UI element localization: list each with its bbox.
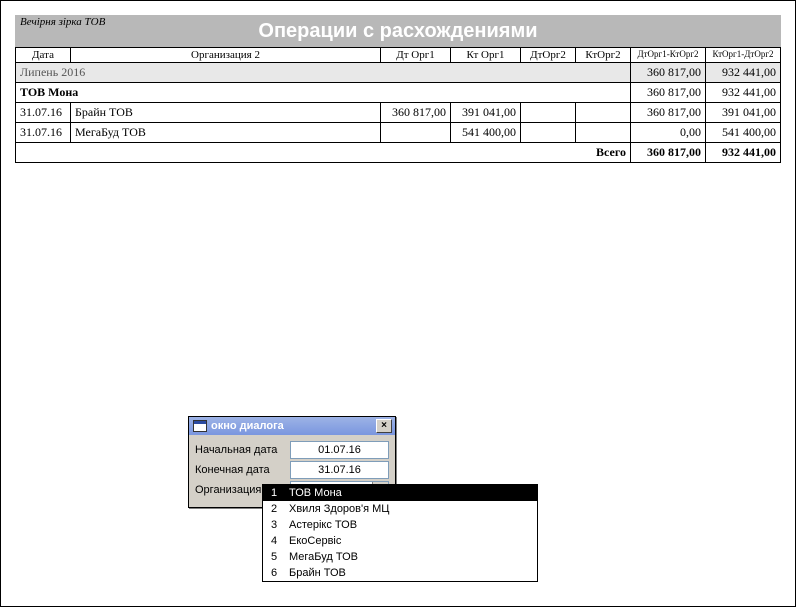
col-ktorg2: КтОрг2	[576, 48, 631, 63]
col-dtorg1: Дт Орг1	[381, 48, 451, 63]
list-index: 3	[263, 517, 285, 533]
table-row: 31.07.16 МегаБуд ТОВ 541 400,00 0,00 541…	[16, 123, 781, 143]
cell-org: МегаБуд ТОВ	[71, 123, 381, 143]
org-diff1: 360 817,00	[631, 83, 706, 103]
cell-d6: 0,00	[631, 123, 706, 143]
cell-kt1: 391 041,00	[451, 103, 521, 123]
cell-date: 31.07.16	[16, 123, 71, 143]
list-text: Хвиля Здоров'я МЦ	[285, 501, 537, 517]
org-group-row: ТОВ Мона 360 817,00 932 441,00	[16, 83, 781, 103]
list-text: Брайн ТОВ	[285, 565, 537, 581]
col-diff1: ДтОрг1-КтОрг2	[631, 48, 706, 63]
list-item[interactable]: 6 Брайн ТОВ	[263, 565, 537, 581]
cell-kt2	[576, 123, 631, 143]
totals-diff1: 360 817,00	[631, 143, 706, 163]
month-diff2: 932 441,00	[706, 63, 781, 83]
report-title: Операции с расхождениями	[15, 15, 781, 47]
org-label: ТОВ Мона	[16, 83, 631, 103]
list-index: 1	[263, 485, 285, 501]
list-item[interactable]: 1 ТОВ Мона	[263, 485, 537, 501]
list-index: 2	[263, 501, 285, 517]
cell-kt2	[576, 103, 631, 123]
report-owner-org: Вечірня зірка ТОВ	[20, 16, 105, 28]
list-index: 5	[263, 549, 285, 565]
org-dropdown-list[interactable]: 1 ТОВ Мона 2 Хвиля Здоров'я МЦ 3 Астерік…	[262, 484, 538, 582]
totals-row: Всего 360 817,00 932 441,00	[16, 143, 781, 163]
list-index: 4	[263, 533, 285, 549]
list-item[interactable]: 2 Хвиля Здоров'я МЦ	[263, 501, 537, 517]
cell-kt1: 541 400,00	[451, 123, 521, 143]
cell-d7: 541 400,00	[706, 123, 781, 143]
cell-org: Брайн ТОВ	[71, 103, 381, 123]
list-text: МегаБуд ТОВ	[285, 549, 537, 565]
table-row: 31.07.16 Брайн ТОВ 360 817,00 391 041,00…	[16, 103, 781, 123]
list-item[interactable]: 3 Астерікс ТОВ	[263, 517, 537, 533]
list-text: Астерікс ТОВ	[285, 517, 537, 533]
start-date-label: Начальная дата	[195, 444, 290, 456]
list-index: 6	[263, 565, 285, 581]
list-item[interactable]: 4 ЕкоСервіс	[263, 533, 537, 549]
col-date: Дата	[16, 48, 71, 63]
cell-d7: 391 041,00	[706, 103, 781, 123]
totals-label: Всего	[16, 143, 631, 163]
report-table: Дата Организация 2 Дт Орг1 Кт Орг1 ДтОрг…	[15, 47, 781, 163]
month-diff1: 360 817,00	[631, 63, 706, 83]
end-date-label: Конечная дата	[195, 464, 290, 476]
table-header-row: Дата Организация 2 Дт Орг1 Кт Орг1 ДтОрг…	[16, 48, 781, 63]
form-icon	[193, 420, 207, 432]
close-icon[interactable]: ×	[376, 419, 392, 433]
col-dtorg2: ДтОрг2	[521, 48, 576, 63]
cell-dt2	[521, 123, 576, 143]
col-org2: Организация 2	[71, 48, 381, 63]
totals-diff2: 932 441,00	[706, 143, 781, 163]
col-ktorg1: Кт Орг1	[451, 48, 521, 63]
col-diff2: КтОрг1-ДтОрг2	[706, 48, 781, 63]
report-title-bar: Вечірня зірка ТОВ Операции с расхождения…	[15, 15, 781, 47]
cell-d6: 360 817,00	[631, 103, 706, 123]
list-item[interactable]: 5 МегаБуд ТОВ	[263, 549, 537, 565]
month-group-row: Липень 2016 360 817,00 932 441,00	[16, 63, 781, 83]
org-diff2: 932 441,00	[706, 83, 781, 103]
dialog-titlebar[interactable]: окно диалога ×	[189, 417, 395, 435]
cell-dt2	[521, 103, 576, 123]
list-text: ЕкоСервіс	[285, 533, 537, 549]
end-date-field[interactable]: 31.07.16	[290, 461, 389, 479]
month-label: Липень 2016	[16, 63, 631, 83]
cell-dt1	[381, 123, 451, 143]
list-text: ТОВ Мона	[285, 485, 537, 501]
cell-date: 31.07.16	[16, 103, 71, 123]
dialog-title-text: окно диалога	[211, 420, 284, 432]
cell-dt1: 360 817,00	[381, 103, 451, 123]
start-date-field[interactable]: 01.07.16	[290, 441, 389, 459]
